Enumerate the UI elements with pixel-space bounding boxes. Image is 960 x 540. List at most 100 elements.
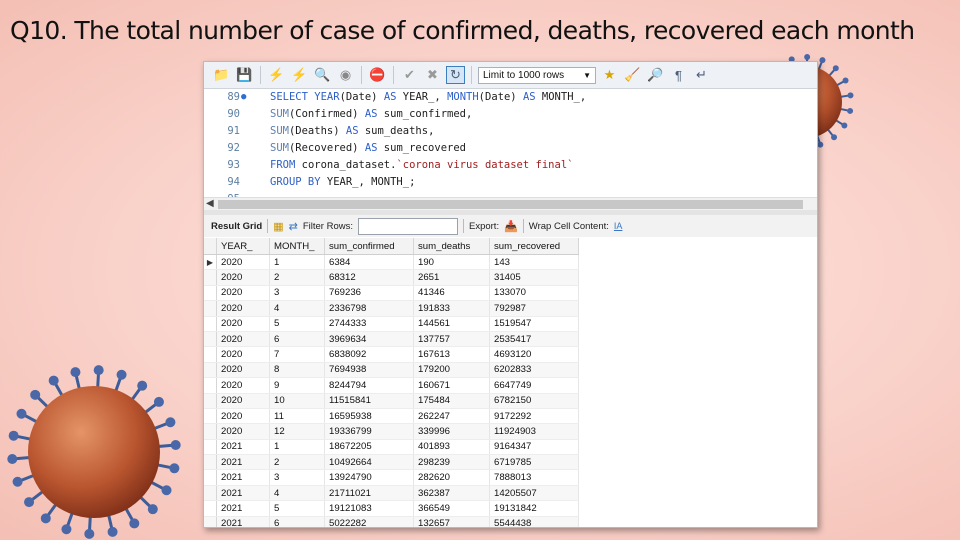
table-cell[interactable]: 4693120 xyxy=(489,346,579,363)
table-cell[interactable]: 6 xyxy=(269,516,325,527)
table-cell[interactable]: 137757 xyxy=(413,331,490,348)
table-cell[interactable]: 2021 xyxy=(216,454,270,471)
table-cell[interactable]: 6 xyxy=(269,331,325,348)
table-row[interactable]: 2020 3 769236 41346 133070 xyxy=(204,285,579,302)
table-cell[interactable]: 143 xyxy=(489,254,579,271)
table-cell[interactable]: 1 xyxy=(269,439,325,456)
current-row-arrow-icon[interactable]: ▶ xyxy=(204,254,217,271)
table-row[interactable]: 2021 3 13924790 282620 7888013 xyxy=(204,469,579,486)
table-cell[interactable]: 2535417 xyxy=(489,331,579,348)
table-cell[interactable]: 14205507 xyxy=(489,485,579,502)
wrap-cell-icon[interactable]: IA xyxy=(614,221,623,231)
scroll-left-icon[interactable]: ◀ xyxy=(206,198,214,209)
wrap-icon[interactable]: ↵ xyxy=(692,66,711,84)
table-cell[interactable]: 401893 xyxy=(413,439,490,456)
table-cell[interactable]: 362387 xyxy=(413,485,490,502)
table-cell[interactable]: 3 xyxy=(269,285,325,302)
table-cell[interactable]: 8 xyxy=(269,362,325,379)
table-cell[interactable]: 11515841 xyxy=(324,393,414,409)
commit-icon[interactable]: ✔ xyxy=(400,66,419,84)
table-cell[interactable]: 2744333 xyxy=(324,316,414,332)
row-header[interactable] xyxy=(204,500,217,517)
table-cell[interactable]: 366549 xyxy=(413,500,490,517)
table-cell[interactable]: 298239 xyxy=(413,454,490,471)
table-cell[interactable]: 5 xyxy=(269,500,325,517)
autocommit-icon[interactable]: ↻ xyxy=(446,66,465,84)
table-cell[interactable]: 3969634 xyxy=(324,331,414,348)
row-header[interactable] xyxy=(204,516,217,527)
table-row[interactable]: 2020 8 7694938 179200 6202833 xyxy=(204,362,579,379)
table-cell[interactable]: 7888013 xyxy=(489,469,579,486)
table-cell[interactable]: 2020 xyxy=(216,346,270,363)
table-cell[interactable]: 2020 xyxy=(216,408,270,425)
execute-current-icon[interactable]: ⚡ xyxy=(290,66,309,84)
row-header[interactable] xyxy=(204,331,217,348)
row-header[interactable] xyxy=(204,469,217,486)
column-header[interactable]: sum_recovered xyxy=(489,238,579,255)
table-row[interactable]: 2020 11 16595938 262247 9172292 xyxy=(204,408,579,425)
column-header[interactable]: sum_confirmed xyxy=(324,238,414,255)
table-row[interactable]: 2020 4 2336798 191833 792987 xyxy=(204,300,579,317)
table-cell[interactable]: 4 xyxy=(269,485,325,502)
row-header[interactable] xyxy=(204,300,217,317)
table-cell[interactable]: 2021 xyxy=(216,516,270,527)
table-cell[interactable]: 9172292 xyxy=(489,408,579,425)
table-cell[interactable]: 191833 xyxy=(413,300,490,317)
table-cell[interactable]: 31405 xyxy=(489,269,579,286)
column-header[interactable]: MONTH_ xyxy=(269,238,325,255)
table-cell[interactable]: 2020 xyxy=(216,285,270,302)
limit-rows-select[interactable]: Limit to 1000 rows ▼ xyxy=(478,66,596,84)
table-cell[interactable]: 19336799 xyxy=(324,423,414,440)
table-cell[interactable]: 10 xyxy=(269,393,325,409)
table-cell[interactable]: 6647749 xyxy=(489,377,579,394)
explain-icon[interactable]: 🔍 xyxy=(313,66,332,84)
table-cell[interactable]: 2021 xyxy=(216,439,270,456)
execute-icon[interactable]: ⚡ xyxy=(267,66,286,84)
table-cell[interactable]: 41346 xyxy=(413,285,490,302)
row-header[interactable] xyxy=(204,439,217,456)
table-cell[interactable]: 2021 xyxy=(216,469,270,486)
table-cell[interactable]: 792987 xyxy=(489,300,579,317)
table-row[interactable]: 2021 1 18672205 401893 9164347 xyxy=(204,439,579,456)
scrollbar-thumb[interactable] xyxy=(218,200,803,209)
row-header[interactable] xyxy=(204,377,217,394)
row-header[interactable] xyxy=(204,393,217,409)
row-header[interactable] xyxy=(204,316,217,332)
column-header[interactable]: sum_deaths xyxy=(413,238,490,255)
bookmark-icon[interactable]: ★ xyxy=(600,66,619,84)
result-grid-label[interactable]: Result Grid xyxy=(211,221,262,232)
grid-view-icon[interactable]: ▦ xyxy=(273,220,283,233)
table-cell[interactable]: 6202833 xyxy=(489,362,579,379)
row-header[interactable] xyxy=(204,485,217,502)
table-cell[interactable]: 8244794 xyxy=(324,377,414,394)
row-header[interactable] xyxy=(204,269,217,286)
table-cell[interactable]: 11 xyxy=(269,408,325,425)
table-cell[interactable]: 6782150 xyxy=(489,393,579,409)
table-cell[interactable]: 7 xyxy=(269,346,325,363)
table-cell[interactable]: 2020 xyxy=(216,393,270,409)
table-row[interactable]: 2021 2 10492664 298239 6719785 xyxy=(204,454,579,471)
table-cell[interactable]: 339996 xyxy=(413,423,490,440)
table-cell[interactable]: 9 xyxy=(269,377,325,394)
row-header[interactable] xyxy=(204,285,217,302)
rollback-icon[interactable]: ✖ xyxy=(423,66,442,84)
table-cell[interactable]: 9164347 xyxy=(489,439,579,456)
beautify-icon[interactable]: 🧹 xyxy=(623,66,642,84)
table-row[interactable]: 2020 7 6838092 167613 4693120 xyxy=(204,346,579,363)
export-icon[interactable]: 📥 xyxy=(504,220,518,233)
row-header[interactable] xyxy=(204,454,217,471)
table-cell[interactable]: 2 xyxy=(269,269,325,286)
table-row[interactable]: 2020 5 2744333 144561 1519547 xyxy=(204,316,579,332)
table-cell[interactable]: 190 xyxy=(413,254,490,271)
table-cell[interactable]: 6838092 xyxy=(324,346,414,363)
row-header[interactable] xyxy=(204,362,217,379)
column-header[interactable]: YEAR_ xyxy=(216,238,270,255)
table-cell[interactable]: 2021 xyxy=(216,485,270,502)
invisible-chars-icon[interactable]: ¶ xyxy=(669,66,688,84)
toggle-error-icon[interactable]: ⛔ xyxy=(368,66,387,84)
table-cell[interactable]: 144561 xyxy=(413,316,490,332)
filter-rows-input[interactable] xyxy=(357,217,458,235)
table-cell[interactable]: 2020 xyxy=(216,316,270,332)
table-cell[interactable]: 1519547 xyxy=(489,316,579,332)
table-cell[interactable]: 2020 xyxy=(216,377,270,394)
